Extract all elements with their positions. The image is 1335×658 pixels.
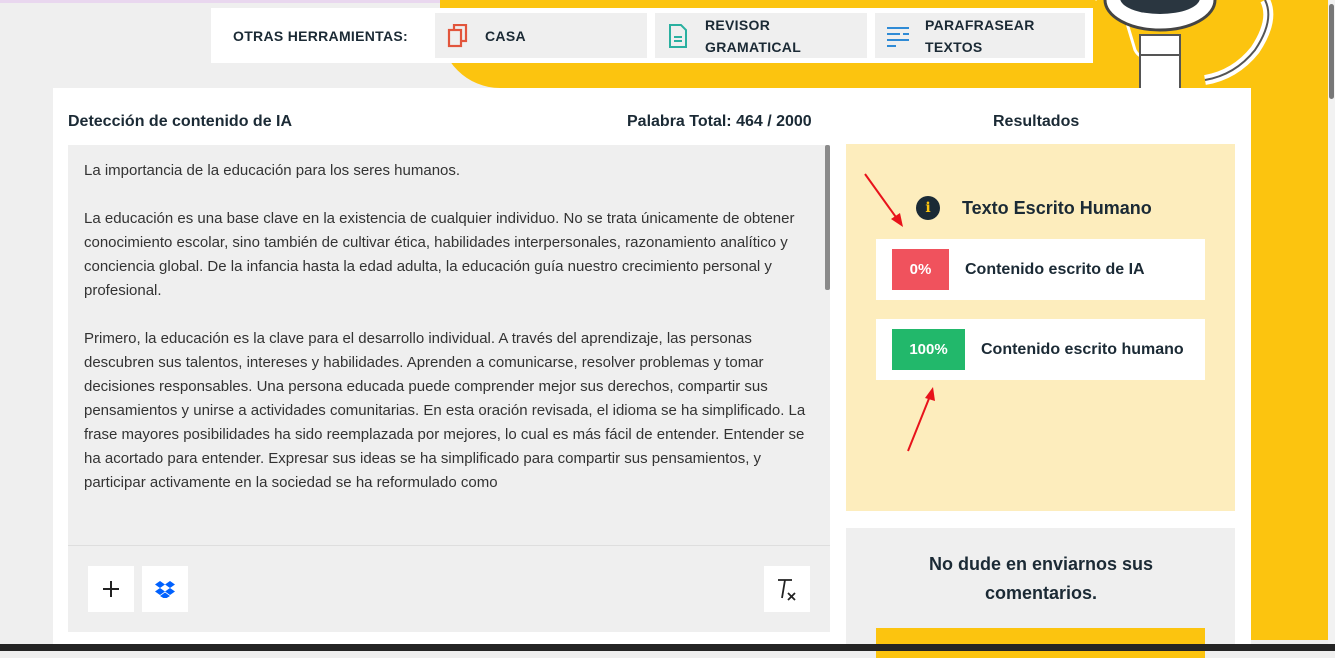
paraphrase-icon xyxy=(885,23,911,49)
feedback-text: No dude en enviarnos sus comentarios. xyxy=(928,554,1154,603)
clear-format-button[interactable] xyxy=(764,566,810,612)
document-icon xyxy=(665,23,691,49)
tool-revisor-gramatical[interactable]: REVISOR GRAMATICAL xyxy=(655,13,867,58)
other-tools-bar: OTRAS HERRAMIENTAS: CASA REVISOR GRAMATI… xyxy=(211,8,1093,63)
robot-mascot-icon xyxy=(1095,0,1274,90)
feedback-panel: No dude en enviarnos sus comentarios. xyxy=(846,528,1235,658)
taskbar-edge xyxy=(0,644,1335,651)
tool-revisor-label: REVISOR GRAMATICAL xyxy=(705,16,802,55)
add-button[interactable] xyxy=(88,566,134,612)
tool-casa-label: CASA xyxy=(485,27,526,44)
info-icon: i xyxy=(916,196,940,220)
editor-paragraph: La importancia de la educación para los … xyxy=(84,162,461,179)
tool-casa[interactable]: CASA xyxy=(435,13,647,58)
page-scrollbar[interactable] xyxy=(1328,0,1335,651)
verdict-text: Texto Escrito Humano xyxy=(962,197,1152,218)
ai-percentage-badge: 0% xyxy=(892,249,949,290)
page-scrollbar-thumb[interactable] xyxy=(1329,4,1334,99)
panel-title: Detección de contenido de IA xyxy=(68,113,293,130)
editor-content[interactable]: La importancia de la educación para los … xyxy=(84,159,814,519)
annotation-arrow-up xyxy=(907,387,935,452)
clear-format-icon xyxy=(778,579,796,601)
main-card: Detección de contenido de IA Palabra Tot… xyxy=(53,88,1251,658)
editor-paragraph: Primero, la educación es la clave para e… xyxy=(84,330,806,491)
text-editor[interactable]: La importancia de la educación para los … xyxy=(68,145,830,545)
word-count: Palabra Total: 464 / 2000 xyxy=(627,113,812,130)
annotation-arrow-down xyxy=(864,173,903,227)
dropbox-icon xyxy=(155,581,175,598)
verdict-heading: i Texto Escrito Humano xyxy=(916,196,1152,220)
human-percentage-badge: 100% xyxy=(892,329,965,370)
dropbox-button[interactable] xyxy=(142,566,188,612)
copy-icon xyxy=(445,23,471,49)
editor-toolbar xyxy=(68,545,830,632)
human-content-row: 100% Contenido escrito humano xyxy=(876,319,1205,380)
human-content-label: Contenido escrito humano xyxy=(981,340,1184,358)
plus-icon xyxy=(103,581,119,597)
ai-content-label: Contenido escrito de IA xyxy=(965,260,1145,278)
ai-content-row: 0% Contenido escrito de IA xyxy=(876,239,1205,300)
tool-parafrasear-label: PARAFRASEAR TEXTOS xyxy=(925,16,1035,55)
tool-parafrasear-textos[interactable]: PARAFRASEAR TEXTOS xyxy=(875,13,1085,58)
other-tools-label: OTRAS HERRAMIENTAS: xyxy=(233,27,408,44)
editor-scrollbar[interactable] xyxy=(825,145,830,290)
editor-paragraph: La educación es una base clave en la exi… xyxy=(84,210,795,299)
results-title: Resultados xyxy=(993,113,1080,130)
decorative-yellow-side xyxy=(1250,0,1330,640)
feedback-button[interactable] xyxy=(876,628,1205,658)
